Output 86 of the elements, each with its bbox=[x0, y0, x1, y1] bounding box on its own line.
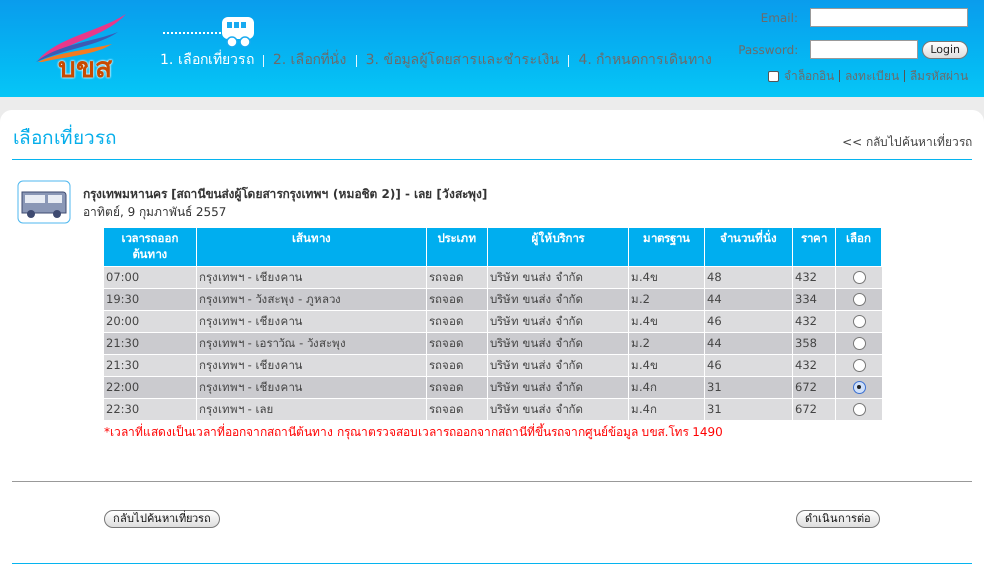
email-field[interactable] bbox=[810, 8, 968, 27]
radio-button[interactable] bbox=[852, 358, 866, 372]
table-cell: 07:00 bbox=[104, 266, 197, 288]
column-header: ราคา bbox=[793, 228, 836, 266]
table-cell: ม.4ข bbox=[629, 354, 705, 376]
table-cell: บริษัท ขนส่ง จำกัด bbox=[488, 288, 629, 310]
table-cell: ม.2 bbox=[629, 288, 705, 310]
table-cell: 46 bbox=[705, 310, 793, 332]
table-cell: 21:30 bbox=[104, 332, 197, 354]
table-cell: บริษัท ขนส่ง จำกัด bbox=[488, 266, 629, 288]
column-header: จำนวนที่นั่ง bbox=[705, 228, 793, 266]
table-cell: 31 bbox=[705, 376, 793, 398]
table-cell: บริษัท ขนส่ง จำกัด bbox=[488, 310, 629, 332]
table-cell: ม.4ก bbox=[629, 376, 705, 398]
table-cell: กรุงเทพฯ - เชียงคาน bbox=[197, 310, 427, 332]
column-header: เวลารถออกต้นทาง bbox=[104, 228, 197, 266]
step-tab[interactable]: 3. ข้อมูลผู้โดยสารและชำระเงิน bbox=[366, 50, 560, 71]
header-link[interactable]: ลืมรหัสผ่าน bbox=[910, 67, 968, 85]
back-link[interactable]: << กลับไปค้นหาเที่ยวรถ bbox=[842, 132, 972, 150]
note-text: *เวลาที่แสดงเป็นเวลาที่ออกจากสถานีต้นทาง กรุณาตรวจสอบเวลารถออกจากสถานีที่ขึ้นรถจากศูนย์ข้อมูล บขส.โทร 1490 bbox=[104, 422, 724, 440]
remember-label: จำล็อกอิน bbox=[784, 68, 834, 85]
step-tab[interactable]: 4. กำหนดการเดินทาง bbox=[578, 50, 712, 71]
table-cell: รถจอด bbox=[427, 332, 488, 354]
table-cell: ม.2 bbox=[629, 332, 705, 354]
table-cell: รถจอด bbox=[427, 266, 488, 288]
login-button[interactable]: Login bbox=[922, 40, 968, 58]
table-cell: 358 bbox=[793, 332, 836, 354]
column-header: เส้นทาง bbox=[197, 228, 427, 266]
table-cell: รถจอด bbox=[427, 288, 488, 310]
table-cell: กรุงเทพฯ - เอราวัณ - วังสะพุง bbox=[197, 332, 427, 354]
column-header: มาตรฐาน bbox=[629, 228, 705, 266]
radio-button[interactable] bbox=[852, 380, 866, 394]
table-cell: 48 bbox=[705, 266, 793, 288]
table-cell: ม.4ข bbox=[629, 310, 705, 332]
table-cell: บริษัท ขนส่ง จำกัด bbox=[488, 354, 629, 376]
table-cell: 672 bbox=[793, 376, 836, 398]
table-cell: กรุงเทพฯ - เชียงคาน bbox=[197, 354, 427, 376]
table-cell: 31 bbox=[705, 398, 793, 420]
bus-icon bbox=[17, 180, 71, 224]
password-label: Password: bbox=[738, 42, 798, 58]
radio-button[interactable] bbox=[852, 336, 866, 350]
radio-button[interactable] bbox=[852, 314, 866, 328]
header-link[interactable]: ลงทะเบียน bbox=[845, 67, 899, 85]
password-field[interactable] bbox=[810, 40, 918, 59]
table-cell: 21:30 bbox=[104, 354, 197, 376]
table-cell: รถจอด bbox=[427, 354, 488, 376]
table-cell: 22:00 bbox=[104, 376, 197, 398]
email-label: Email: bbox=[760, 10, 798, 26]
continue-button[interactable]: ดำเนินการต่อ bbox=[796, 510, 880, 528]
table-cell: 22:30 bbox=[104, 398, 197, 420]
back-button[interactable]: กลับไปค้นหาเที่ยวรถ bbox=[104, 510, 220, 528]
step-tab[interactable]: 2. เลือกที่นั่ง bbox=[272, 50, 347, 71]
table-cell: ม.4ข bbox=[629, 266, 705, 288]
table-cell: บริษัท ขนส่ง จำกัด bbox=[488, 332, 629, 354]
logo-text: บขส bbox=[58, 54, 112, 82]
table-cell: ม.4ก bbox=[629, 398, 705, 420]
page-title: เลือกเที่ยวรถ bbox=[13, 124, 117, 152]
radio-button[interactable] bbox=[852, 402, 866, 416]
table-cell: 432 bbox=[793, 266, 836, 288]
table-cell: 46 bbox=[705, 354, 793, 376]
table-cell: กรุงเทพฯ - เลย bbox=[197, 398, 427, 420]
column-header: ผู้ให้บริการ bbox=[488, 228, 629, 266]
table-cell: กรุงเทพฯ - วังสะพุง - ภูหลวง bbox=[197, 288, 427, 310]
table-cell: กรุงเทพฯ - เชียงคาน bbox=[197, 376, 427, 398]
step-tab[interactable]: 1. เลือกเที่ยวรถ bbox=[160, 50, 254, 71]
table-cell: 672 bbox=[793, 398, 836, 420]
table-cell: บริษัท ขนส่ง จำกัด bbox=[488, 398, 629, 420]
table-cell: รถจอด bbox=[427, 376, 488, 398]
table-cell: 334 bbox=[793, 288, 836, 310]
table-cell: 432 bbox=[793, 310, 836, 332]
radio-button[interactable] bbox=[852, 270, 866, 284]
table-cell: บริษัท ขนส่ง จำกัด bbox=[488, 376, 629, 398]
table-cell: 20:00 bbox=[104, 310, 197, 332]
table-cell: กรุงเทพฯ - เชียงคาน bbox=[197, 266, 427, 288]
table-cell: รถจอด bbox=[427, 398, 488, 420]
trip-date: อาทิตย์, 9 กุมภาพันธ์ 2557 bbox=[83, 204, 228, 220]
column-header: ประเภท bbox=[427, 228, 488, 266]
table-cell: 432 bbox=[793, 354, 836, 376]
column-header: เลือก bbox=[836, 228, 882, 266]
table-cell: 44 bbox=[705, 332, 793, 354]
trip-route: กรุงเทพมหานคร [สถานีขนส่งผู้โดยสารกรุงเทพฯ (หมอชิต 2)] - เลย [วังสะพุง] bbox=[83, 186, 488, 202]
radio-button[interactable] bbox=[852, 292, 866, 306]
table-cell: รถจอด bbox=[427, 310, 488, 332]
remember-checkbox[interactable] bbox=[768, 70, 779, 82]
table-cell: 19:30 bbox=[104, 288, 197, 310]
table-cell: 44 bbox=[705, 288, 793, 310]
